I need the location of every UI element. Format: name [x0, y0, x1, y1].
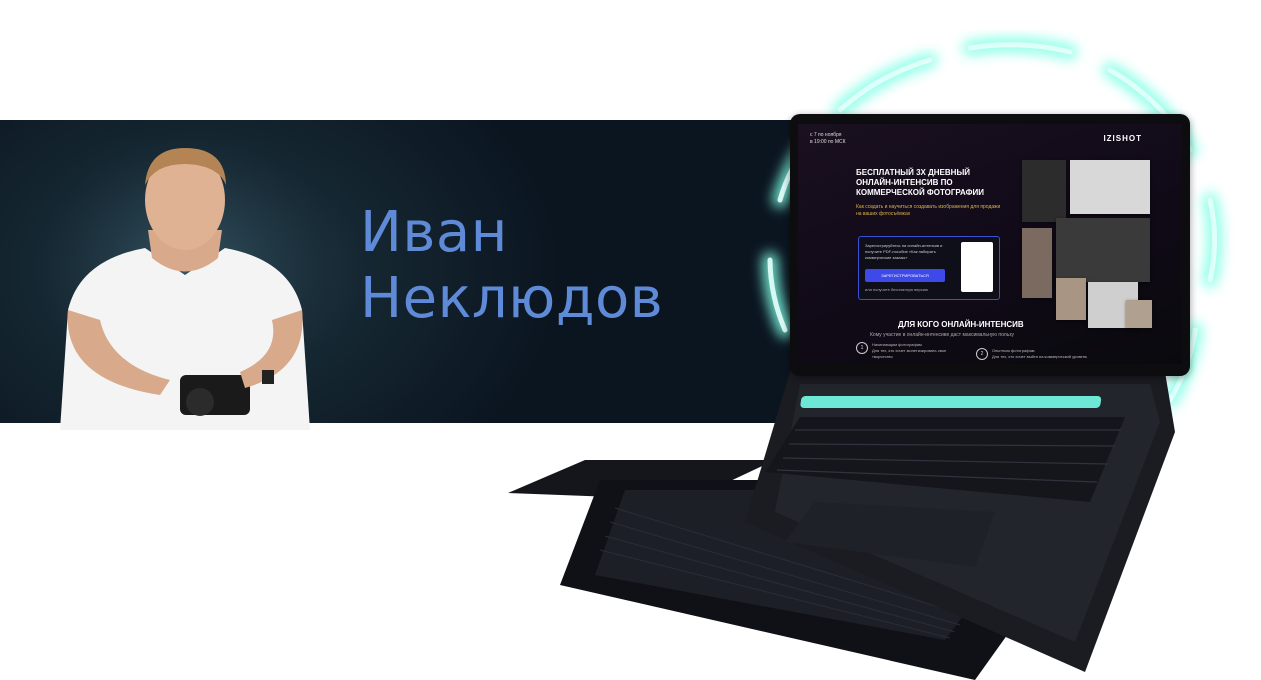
- izishot-logo: IZISHOT: [1103, 134, 1142, 143]
- collage-photo: [1022, 228, 1052, 298]
- speaker-first-name: Иван: [360, 200, 508, 265]
- pdf-preview-image: [961, 242, 993, 292]
- event-date: с 7 по ноября в 19:00 по МСК: [810, 132, 846, 145]
- laptop-base: [745, 372, 1175, 672]
- registration-card-text: Зарегистрируйтесь на онлайн-интенсив и п…: [865, 243, 943, 260]
- landing-subheadline: Как создать и научиться создавать изобра…: [856, 204, 1001, 217]
- speaker-last-name: Неклюдов: [360, 266, 664, 331]
- speaker-name: Иван Неклюдов: [360, 200, 663, 332]
- register-button[interactable]: ЗАРЕГИСТРИРОВАТЬСЯ: [865, 269, 945, 282]
- collage-photo: [1126, 300, 1152, 328]
- audience-item: Начинающим фотографам Для тех, кто хочет…: [872, 342, 947, 359]
- audience-section-title: ДЛЯ КОГО ОНЛАЙН-ИНТЕНСИВ: [898, 320, 1024, 329]
- audience-item-number: 1: [856, 342, 868, 354]
- laptop-screen: с 7 по ноября в 19:00 по МСК IZISHOT БЕС…: [790, 114, 1190, 376]
- audience-item-number: 2: [976, 348, 988, 360]
- speaker-photo: [40, 140, 330, 430]
- registration-card: Зарегистрируйтесь на онлайн-интенсив и п…: [858, 236, 1000, 300]
- collage-photo: [1056, 218, 1150, 282]
- photo-collage: [1022, 160, 1152, 330]
- registration-card-footer: или получите бесплатную версию: [865, 287, 929, 292]
- audience-section-subtitle: Кому участие в онлайн-интенсиве даст мак…: [870, 332, 1015, 338]
- collage-photo: [1070, 160, 1150, 214]
- landing-page-preview: с 7 по ноября в 19:00 по МСК IZISHOT БЕС…: [798, 124, 1182, 364]
- audience-item: Опытным фотографам Для тех, кто хочет вы…: [992, 348, 1088, 359]
- landing-headline: БЕСПЛАТНЫЙ 3Х ДНЕВНЫЙ ОНЛАЙН-ИНТЕНСИВ ПО…: [856, 168, 984, 197]
- collage-photo: [1056, 278, 1086, 320]
- collage-photo: [1022, 160, 1066, 222]
